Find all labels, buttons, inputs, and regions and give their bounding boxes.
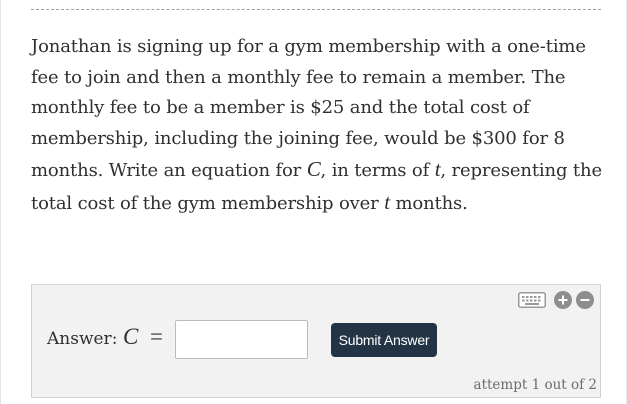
keyboard-icon[interactable] xyxy=(518,292,546,308)
question-text: Jonathan is signing up for a gym members… xyxy=(31,32,611,219)
answer-variable: C xyxy=(123,324,139,349)
math-toolbar xyxy=(518,291,594,309)
answer-panel: Answer: C = Submit Answer attempt 1 out … xyxy=(31,284,601,398)
answer-input[interactable] xyxy=(175,320,308,359)
minus-icon[interactable] xyxy=(576,291,594,309)
math-variable-c: C xyxy=(306,157,321,181)
question-segment: , in terms of xyxy=(320,160,435,181)
plus-icon[interactable] xyxy=(554,291,572,309)
equals-sign: = xyxy=(150,324,163,349)
top-divider xyxy=(31,9,601,10)
submit-answer-button[interactable]: Submit Answer xyxy=(331,323,437,357)
left-border xyxy=(0,0,1,404)
question-segment: months. xyxy=(389,192,468,214)
attempt-counter: attempt 1 out of 2 xyxy=(473,377,597,393)
answer-label: Answer: xyxy=(47,329,118,349)
